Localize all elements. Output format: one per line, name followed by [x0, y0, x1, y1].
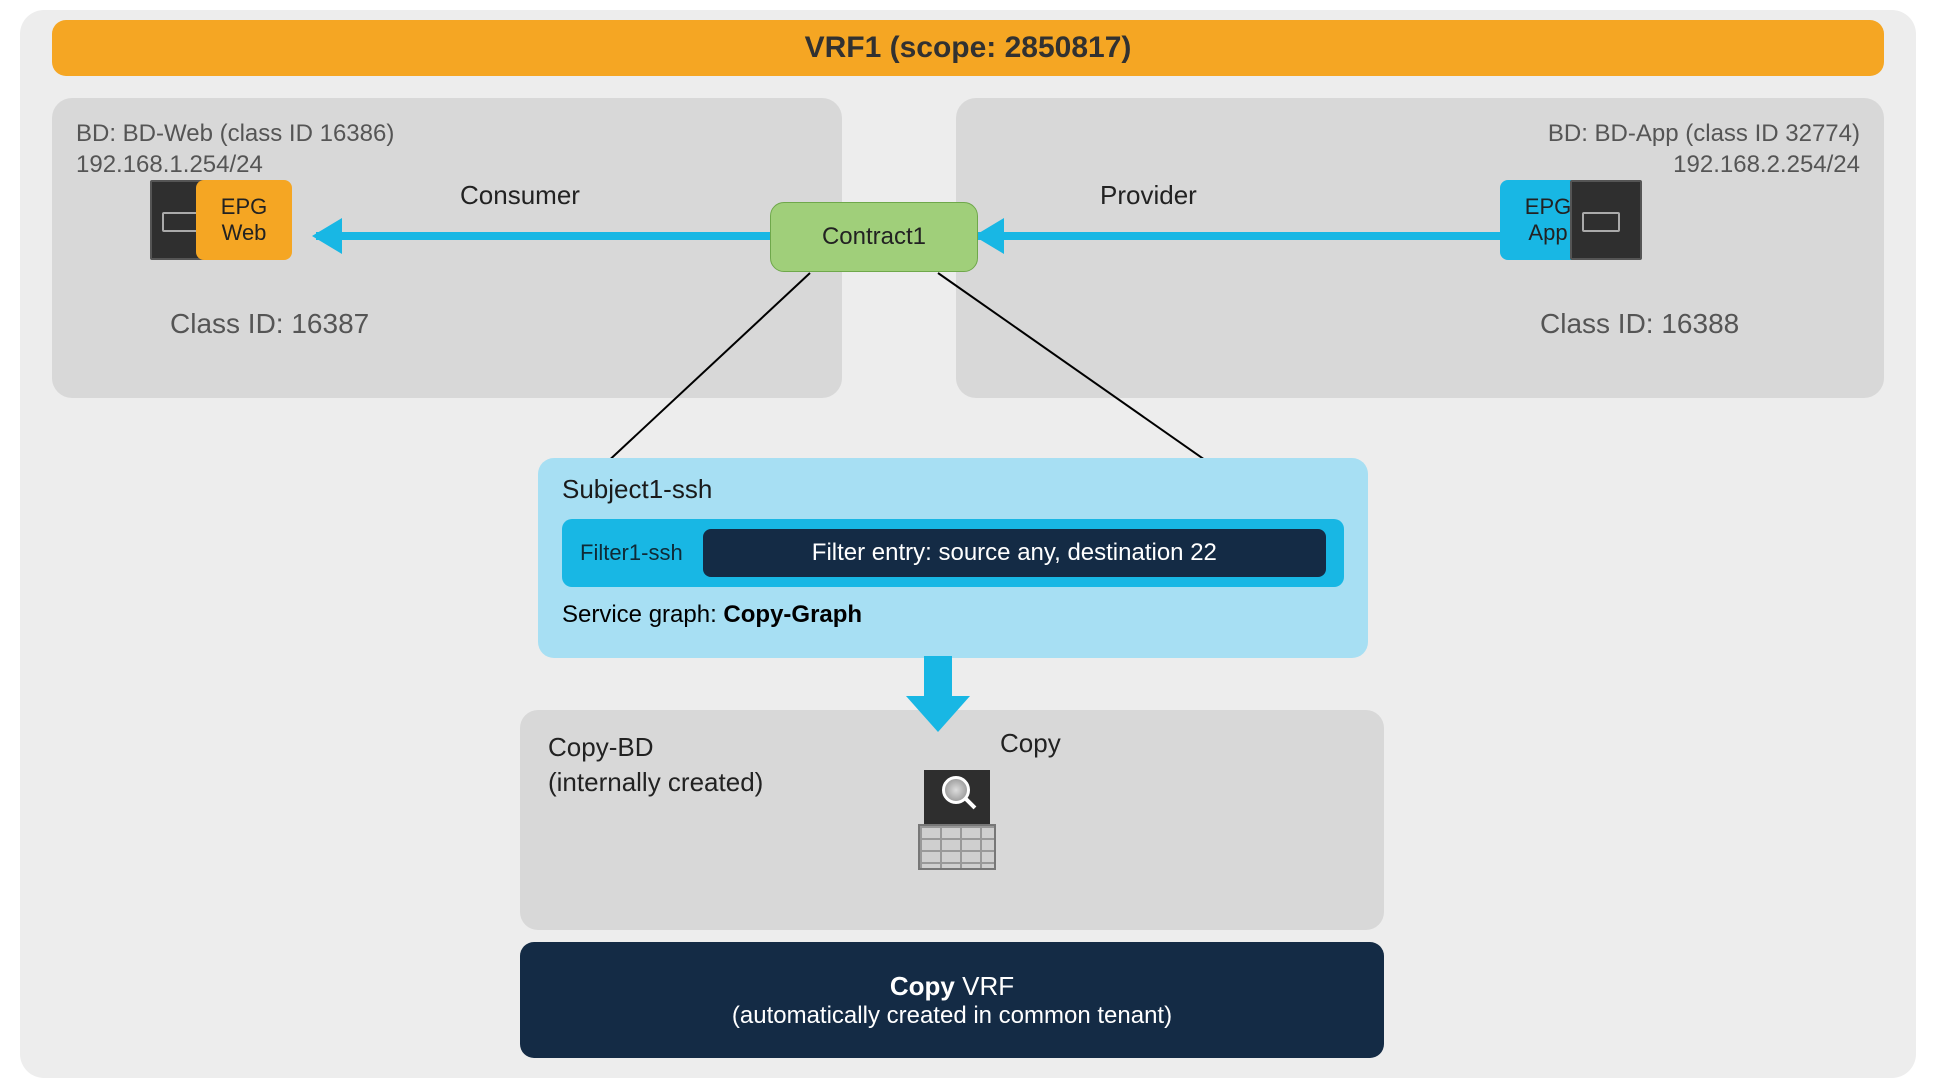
epg-web-l1: EPG [221, 194, 267, 220]
provider-arrow [978, 226, 1500, 246]
server-icon [1570, 180, 1642, 260]
copy-vrf-l2: (automatically created in common tenant) [732, 1002, 1172, 1030]
provider-label: Provider [1100, 180, 1197, 211]
class-id-app: Class ID: 16388 [1540, 308, 1739, 340]
epg-app-l2: App [1528, 220, 1567, 246]
consumer-label: Consumer [460, 180, 580, 211]
copy-vrf-bold: Copy [890, 971, 955, 1001]
bd-web-title: BD: BD-Web (class ID 16386) 192.168.1.25… [76, 118, 818, 180]
copy-bd-l1: Copy-BD [548, 730, 1356, 765]
epg-web-label: EPG Web [196, 180, 292, 260]
epg-web-group: EPG Web [150, 180, 292, 260]
diagram-canvas: VRF1 (scope: 2850817) BD: BD-Web (class … [20, 10, 1916, 1078]
vrf-banner: VRF1 (scope: 2850817) [52, 20, 1884, 76]
contract-box: Contract1 [770, 202, 978, 272]
firewall-inspect-icon [918, 770, 996, 870]
filter-name: Filter1-ssh [580, 540, 683, 566]
bd-app-box: BD: BD-App (class ID 32774) 192.168.2.25… [956, 98, 1884, 398]
bd-web-title-l1: BD: BD-Web (class ID 16386) [76, 118, 818, 149]
service-graph-label: Service graph: [562, 601, 723, 628]
bd-app-title-l1: BD: BD-App (class ID 32774) [980, 118, 1860, 149]
bd-app-title-l2: 192.168.2.254/24 [980, 149, 1860, 180]
bd-web-title-l2: 192.168.1.254/24 [76, 149, 818, 180]
subject-box: Subject1-ssh Filter1-ssh Filter entry: s… [538, 458, 1368, 658]
service-graph-value: Copy-Graph [723, 601, 862, 628]
copy-vrf-rest: VRF [955, 971, 1014, 1001]
epg-app-l1: EPG [1525, 194, 1571, 220]
subject-title: Subject1-ssh [562, 474, 1344, 505]
down-arrow-icon [910, 656, 966, 734]
class-id-web: Class ID: 16387 [170, 308, 369, 340]
epg-web-l2: Web [222, 220, 267, 246]
copy-label: Copy [1000, 728, 1061, 759]
service-graph-line: Service graph: Copy-Graph [562, 601, 1344, 629]
bd-app-title: BD: BD-App (class ID 32774) 192.168.2.25… [980, 118, 1860, 180]
copy-vrf-box: Copy VRF (automatically created in commo… [520, 942, 1384, 1058]
filter-entry: Filter entry: source any, destination 22 [703, 529, 1326, 577]
epg-app-group: EPG App [1500, 180, 1642, 260]
copy-vrf-l1: Copy VRF [890, 971, 1014, 1002]
consumer-arrow [316, 226, 770, 246]
copy-bd-box: Copy-BD (internally created) Copy [520, 710, 1384, 930]
filter-row: Filter1-ssh Filter entry: source any, de… [562, 519, 1344, 587]
